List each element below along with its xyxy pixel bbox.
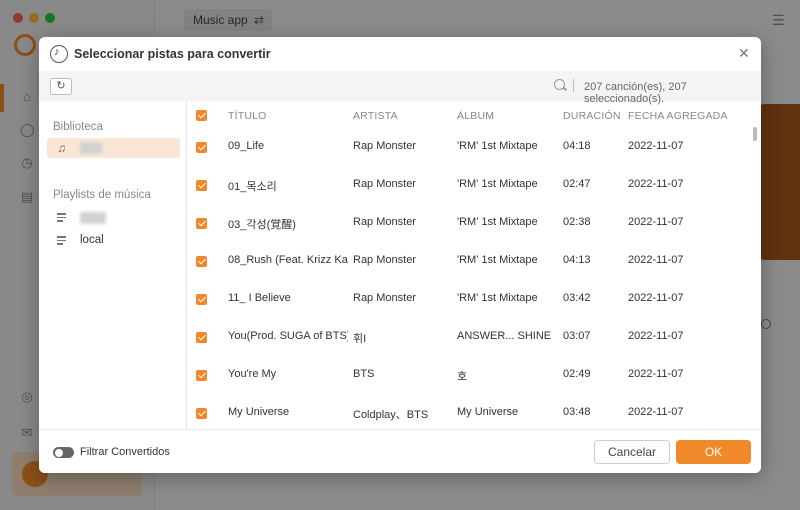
column-header-artist[interactable]: ARTISTA (353, 110, 398, 122)
close-icon[interactable]: ✕ (738, 45, 750, 62)
column-header-title[interactable]: TÍTULO (228, 110, 267, 122)
dialog-footer: Filtrar Convertidos Cancelar OK (39, 429, 761, 473)
track-album: 호 (457, 371, 468, 383)
track-title: You're My (228, 368, 277, 380)
track-duration: 03:07 (563, 330, 591, 342)
toolbar-divider (573, 79, 574, 92)
table-row[interactable]: 03_각성(覚醒) Rap Monster 'RM' 1st Mixtape 0… (187, 204, 761, 242)
tracks-table: TÍTULO ARTISTA ÁLBUM DURACIÓN FECHA AGRE… (187, 101, 761, 429)
track-title: 01_목소리 (228, 181, 277, 193)
table-row[interactable]: 09_Life Rap Monster 'RM' 1st Mixtape 04:… (187, 128, 761, 166)
track-title: 03_각성(覚醒) (228, 219, 296, 231)
track-date: 2022-11-07 (628, 254, 684, 266)
row-checkbox[interactable] (196, 408, 207, 419)
playlist-item-label: local (80, 234, 104, 246)
row-checkbox[interactable] (196, 370, 207, 381)
track-date: 2022-11-07 (628, 216, 684, 228)
library-item[interactable]: ♫ (47, 138, 180, 158)
row-checkbox[interactable] (196, 218, 207, 229)
column-header-date[interactable]: FECHA AGREGADA (628, 110, 728, 122)
track-artist: Rap Monster (353, 254, 416, 266)
track-album: 'RM' 1st Mixtape (457, 216, 538, 228)
select-all-checkbox[interactable] (196, 110, 207, 121)
filter-converted-label: Filtrar Convertidos (80, 446, 170, 458)
playlist-icon (57, 234, 69, 246)
library-item-label (80, 142, 102, 154)
select-tracks-dialog: Seleccionar pistas para convertir ✕ ↻ 20… (39, 37, 761, 473)
table-row[interactable]: You're My BTS 호 02:49 2022-11-07 (187, 356, 761, 394)
track-artist: Rap Monster (353, 292, 416, 304)
track-artist: Coldplay、BTS (353, 409, 429, 421)
playlist-item-label (80, 212, 106, 224)
track-album: 'RM' 1st Mixtape (457, 178, 538, 190)
row-checkbox[interactable] (196, 256, 207, 267)
row-checkbox[interactable] (196, 332, 207, 343)
track-title: 11_ I Believe (228, 292, 291, 304)
row-checkbox[interactable] (196, 294, 207, 305)
table-row[interactable]: My Universe Coldplay、BTS My Universe 03:… (187, 394, 761, 429)
track-album: 'RM' 1st Mixtape (457, 140, 538, 152)
search-icon[interactable] (554, 79, 565, 90)
row-checkbox[interactable] (196, 142, 207, 153)
column-header-duration[interactable]: DURACIÓN (563, 110, 621, 122)
music-note-icon (50, 45, 68, 63)
library-heading: Biblioteca (53, 121, 103, 133)
track-duration: 02:49 (563, 368, 591, 380)
track-title: You(Prod. SUGA of BTS) (228, 330, 348, 342)
track-duration: 04:18 (563, 140, 591, 152)
playlist-item[interactable] (47, 208, 180, 228)
track-duration: 04:13 (563, 254, 591, 266)
playlist-item-local[interactable]: local (47, 231, 180, 251)
dialog-title: Seleccionar pistas para convertir (74, 47, 271, 61)
row-checkbox[interactable] (196, 180, 207, 191)
music-note-icon: ♫ (57, 141, 66, 155)
track-title: 09_Life (228, 140, 265, 152)
track-date: 2022-11-07 (628, 292, 684, 304)
track-album: ANSWER... SHINE (457, 330, 552, 342)
track-artist: 휘I (353, 333, 367, 345)
table-header: TÍTULO ARTISTA ÁLBUM DURACIÓN FECHA AGRE… (187, 101, 761, 129)
table-row[interactable]: 08_Rush (Feat. Krizz Kal... Rap Monster … (187, 242, 761, 280)
table-row[interactable]: 11_ I Believe Rap Monster 'RM' 1st Mixta… (187, 280, 761, 318)
source-panel: Biblioteca ♫ Playlists de música local (39, 101, 187, 429)
track-artist: BTS (353, 368, 375, 380)
track-duration: 02:47 (563, 178, 591, 190)
table-scrollbar[interactable] (753, 127, 757, 141)
track-artist: Rap Monster (353, 216, 416, 228)
track-date: 2022-11-07 (628, 140, 684, 152)
table-row[interactable]: 01_목소리 Rap Monster 'RM' 1st Mixtape 02:4… (187, 166, 761, 204)
column-header-album[interactable]: ÁLBUM (457, 110, 494, 122)
track-duration: 03:42 (563, 292, 591, 304)
dialog-toolbar: ↻ 207 canción(es), 207 seleccionado(s). (39, 71, 761, 105)
dialog-header: Seleccionar pistas para convertir ✕ (39, 37, 761, 71)
track-date: 2022-11-07 (628, 406, 684, 418)
playlists-heading: Playlists de música (53, 189, 151, 201)
track-title: 08_Rush (Feat. Krizz Kal... (228, 254, 348, 266)
track-date: 2022-11-07 (628, 178, 684, 190)
track-duration: 03:48 (563, 406, 591, 418)
refresh-button[interactable]: ↻ (50, 78, 72, 95)
table-row[interactable]: You(Prod. SUGA of BTS) 휘I ANSWER... SHIN… (187, 318, 761, 356)
track-album: 'RM' 1st Mixtape (457, 254, 538, 266)
playlist-icon (57, 211, 69, 223)
track-artist: Rap Monster (353, 140, 416, 152)
track-artist: Rap Monster (353, 178, 416, 190)
track-album: My Universe (457, 406, 519, 418)
cancel-button[interactable]: Cancelar (594, 440, 670, 464)
track-title: My Universe (228, 406, 290, 418)
ok-button[interactable]: OK (676, 440, 751, 464)
track-album: 'RM' 1st Mixtape (457, 292, 538, 304)
track-date: 2022-11-07 (628, 368, 684, 380)
filter-converted-toggle[interactable] (53, 447, 74, 458)
track-date: 2022-11-07 (628, 330, 684, 342)
track-duration: 02:38 (563, 216, 591, 228)
